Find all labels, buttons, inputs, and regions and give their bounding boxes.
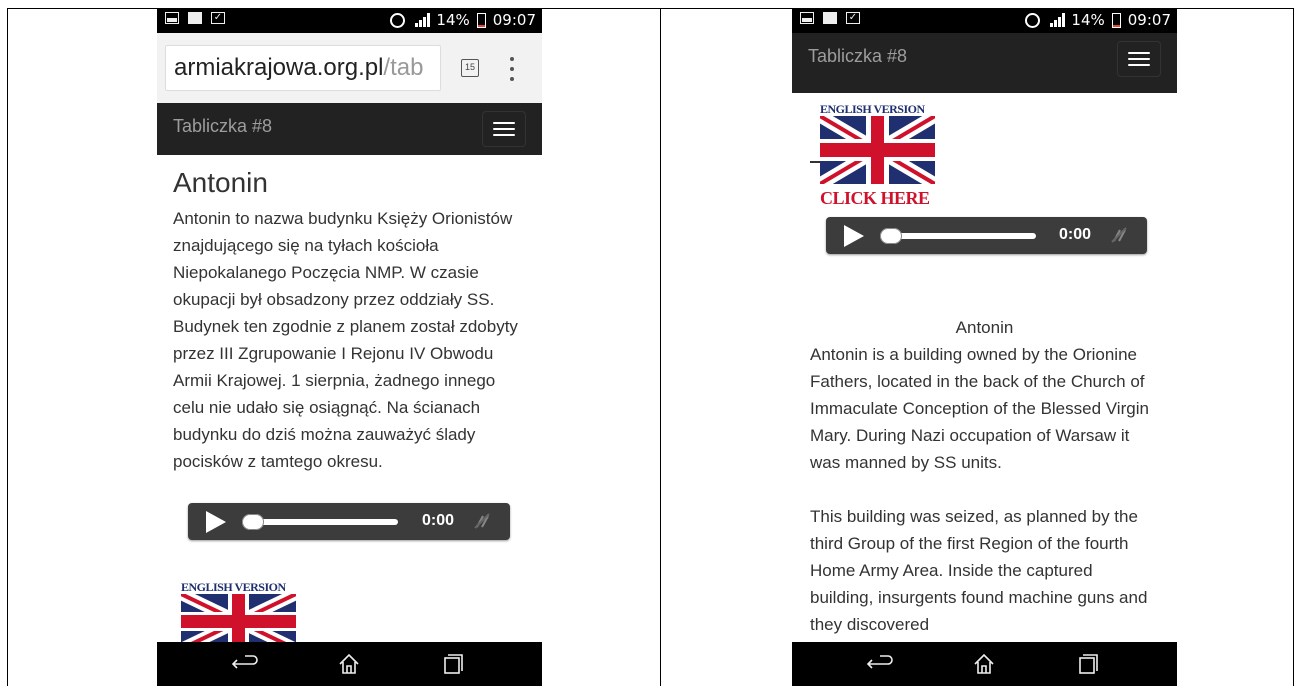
phone-screenshot-left: ✓ 14% 09:07 armiakrajowa.org.pl/tab 15 T…: [157, 8, 542, 686]
union-jack-flag-icon: [816, 110, 939, 190]
table-border-right: [1293, 8, 1294, 686]
checkbox-notification-icon: ✓: [846, 12, 860, 24]
tab-switcher-button[interactable]: 15: [461, 59, 479, 77]
english-version-label: ENGLISH VERSION: [820, 102, 925, 116]
status-bar: ✓ 14% 09:07: [157, 8, 542, 33]
audio-progress-handle[interactable]: [242, 514, 264, 530]
english-version-label: ENGLISH VERSION: [181, 580, 286, 594]
checkbox-notification-icon: ✓: [211, 12, 225, 24]
url-path: /tab: [383, 54, 424, 81]
menu-dot-icon: [510, 77, 514, 81]
audio-time: 0:00: [421, 512, 454, 529]
alarm-icon: [1025, 12, 1041, 28]
audio-time: 0:00: [1058, 226, 1091, 243]
menu-dot-icon: [510, 57, 514, 61]
browser-toolbar: armiakrajowa.org.pl/tab 15: [157, 33, 542, 103]
navbar-brand[interactable]: Tabliczka #8: [173, 116, 272, 137]
status-bar: ✓ 14% 09:07: [792, 8, 1177, 33]
audio-player: 0:00: [826, 217, 1147, 254]
hamburger-bar-icon: [493, 134, 515, 136]
android-navigation-bar: [792, 642, 1177, 686]
page-title: Antonin: [173, 167, 268, 198]
recent-apps-icon[interactable]: [1077, 652, 1101, 676]
audio-player: 0:00: [188, 503, 510, 540]
audio-progress-track[interactable]: [242, 514, 398, 530]
home-icon[interactable]: [972, 652, 996, 676]
phone-screenshot-right: ✓ 14% 09:07 Tabliczka #8 ENGLISH VERSION…: [792, 8, 1177, 686]
home-icon[interactable]: [337, 652, 361, 676]
menu-dot-icon: [510, 67, 514, 71]
signal-icon: [1050, 13, 1066, 27]
link-underline: [810, 161, 820, 163]
article-paragraph: Antonin is a building owned by the Orion…: [810, 345, 1149, 472]
message-notification-icon: [188, 12, 202, 24]
article-paragraph: This building was seized, as planned by …: [810, 507, 1148, 634]
article-title: Antonin: [955, 318, 1014, 337]
battery-icon: [1111, 12, 1121, 28]
hamburger-menu-button[interactable]: [1117, 41, 1161, 77]
url-host: armiakrajowa.org.pl: [174, 54, 384, 81]
signal-icon: [415, 13, 431, 27]
battery-percent: 14%: [436, 11, 470, 29]
english-version-banner[interactable]: ENGLISH VERSION CLICK HERE: [816, 102, 940, 208]
site-navbar: Tabliczka #8: [792, 33, 1177, 93]
battery-percent: 14%: [1071, 11, 1105, 29]
union-jack-flag-icon: [178, 588, 299, 655]
volume-muted-icon[interactable]: [474, 512, 490, 530]
status-time: 09:07: [492, 11, 536, 29]
hamburger-bar-icon: [1128, 52, 1150, 54]
page-content: Antonin Antonin to nazwa budynku Księży …: [157, 155, 542, 475]
play-icon[interactable]: [206, 511, 226, 533]
play-icon[interactable]: [844, 225, 864, 247]
article-paragraph: Antonin to nazwa budynku Księży Orionist…: [173, 209, 518, 471]
hamburger-menu-button[interactable]: [482, 111, 526, 147]
page-content: Antonin Antonin is a building owned by t…: [792, 315, 1177, 638]
alarm-icon: [390, 12, 406, 28]
hamburger-bar-icon: [1128, 64, 1150, 66]
image-notification-icon: [165, 12, 179, 24]
status-time: 09:07: [1127, 11, 1171, 29]
click-here-label: CLICK HERE: [820, 188, 930, 208]
audio-progress-track[interactable]: [880, 228, 1036, 244]
battery-icon: [476, 12, 486, 28]
recent-apps-icon[interactable]: [442, 652, 466, 676]
back-icon[interactable]: [231, 652, 259, 676]
audio-progress-handle[interactable]: [880, 228, 902, 244]
image-notification-icon: [800, 12, 814, 24]
hamburger-bar-icon: [493, 122, 515, 124]
hamburger-bar-icon: [1128, 58, 1150, 60]
back-icon[interactable]: [866, 652, 894, 676]
volume-muted-icon[interactable]: [1111, 226, 1127, 244]
table-border-left: [7, 8, 8, 686]
browser-menu-button[interactable]: [509, 57, 515, 81]
android-navigation-bar: [157, 642, 542, 686]
message-notification-icon: [823, 12, 837, 24]
navbar-brand[interactable]: Tabliczka #8: [808, 46, 907, 67]
hamburger-bar-icon: [493, 128, 515, 130]
site-navbar: Tabliczka #8: [157, 103, 542, 155]
address-bar[interactable]: armiakrajowa.org.pl/tab: [165, 45, 441, 91]
table-border-middle: [660, 8, 661, 686]
